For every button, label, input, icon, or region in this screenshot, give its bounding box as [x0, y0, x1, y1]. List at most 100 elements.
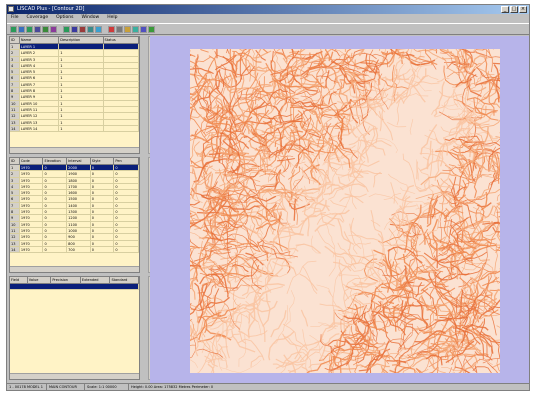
toolbar-button-10[interactable] — [87, 25, 94, 33]
table-cell: 0 — [43, 171, 68, 177]
table-cell: 1970 — [20, 165, 44, 171]
table-cell: 12 — [10, 234, 20, 240]
table-cell: 1970 — [20, 246, 44, 253]
table-cell: 1970 — [20, 234, 44, 240]
field-table[interactable]: Field Value Precision Extended Standard — [9, 276, 140, 380]
toolbar-button-1[interactable] — [10, 25, 17, 33]
column-header[interactable]: Name — [20, 37, 60, 43]
table-cell: 0 — [43, 221, 68, 227]
table-cell: 0 — [114, 183, 139, 190]
contour-table-header: ID Code Elevation Interval Style Pen — [10, 158, 139, 165]
table-cell: 1970 — [20, 196, 44, 202]
table-cell: 0 — [91, 171, 115, 177]
field-table-hscroll[interactable] — [10, 373, 139, 379]
table-cell: 8 — [10, 88, 20, 94]
table-cell: 8 — [10, 209, 20, 215]
table-cell — [104, 56, 139, 62]
table-cell: 1 — [59, 94, 104, 100]
toolbar-button-9[interactable] — [79, 25, 86, 33]
left-panels: ID Name Description Status 1 LAYER 1 2 LAYER 2… — [9, 36, 154, 380]
maximize-button[interactable]: □ — [510, 6, 518, 13]
minimize-button[interactable]: _ — [501, 6, 509, 13]
layer-table-hscroll[interactable] — [10, 147, 139, 153]
close-button[interactable]: × — [519, 6, 527, 13]
table-cell: 13 — [10, 240, 20, 246]
menu-file[interactable]: File — [11, 14, 19, 22]
table-cell: 0 — [114, 190, 139, 196]
table-cell: 1970 — [20, 171, 44, 177]
map-view[interactable] — [150, 36, 529, 385]
table-cell — [104, 69, 139, 75]
table-cell: 6 — [10, 75, 20, 81]
table-cell: 3 — [10, 177, 20, 183]
column-header[interactable]: ID — [10, 37, 20, 43]
toolbar-button-5[interactable] — [42, 25, 49, 33]
status-model: 1 - 00178 MODEL 1 — [7, 384, 47, 390]
status-scale: Scale: 1:1 00000 — [85, 384, 129, 390]
column-header[interactable]: ID — [10, 158, 20, 164]
table-cell — [104, 50, 139, 56]
title-bar: LISCAD Plus - [Contour 2D] _ □ × — [7, 5, 529, 14]
table-cell: 0 — [114, 177, 139, 183]
table-cell: 0 — [43, 177, 68, 183]
layer-table[interactable]: ID Name Description Status 1 LAYER 1 2 LAYER 2… — [9, 36, 140, 154]
field-table-header: Field Value Precision Extended Standard — [10, 277, 139, 284]
table-cell: 1 — [59, 125, 104, 132]
menu-options[interactable]: Options — [56, 14, 73, 22]
toolbar-button-12[interactable] — [108, 25, 115, 33]
table-cell: 12 — [10, 113, 20, 119]
toolbar-button-13[interactable] — [116, 25, 123, 33]
table-cell: 1970 — [20, 190, 44, 196]
table-cell: 0 — [91, 177, 115, 183]
column-header[interactable]: Value — [28, 277, 52, 283]
column-header[interactable]: Code — [20, 158, 44, 164]
table-cell: 0 — [91, 190, 115, 196]
column-header[interactable]: Elevation — [43, 158, 68, 164]
toolbar-button-17[interactable] — [148, 25, 155, 33]
column-header[interactable]: Extended — [81, 277, 111, 283]
column-header[interactable]: Field — [10, 277, 28, 283]
table-cell: 9 — [10, 215, 20, 221]
column-header[interactable]: Style — [91, 158, 115, 164]
table-cell — [104, 62, 139, 69]
table-cell: 0 — [91, 227, 115, 234]
toolbar-button-11[interactable] — [95, 25, 102, 33]
column-header[interactable]: Precision — [51, 277, 81, 283]
contour-map[interactable] — [190, 49, 500, 373]
toolbar-button-16[interactable] — [140, 25, 147, 33]
table-cell: 0 — [114, 240, 139, 246]
table-cell: 0 — [91, 221, 115, 227]
menu-window[interactable]: Window — [81, 14, 99, 22]
contour-table-hscroll[interactable] — [10, 266, 139, 272]
column-header[interactable]: Description — [59, 37, 104, 43]
column-header[interactable]: Interval — [67, 158, 91, 164]
toolbar-button-14[interactable] — [124, 25, 131, 33]
table-cell: 0 — [114, 234, 139, 240]
contour-table[interactable]: ID Code Elevation Interval Style Pen 1 1970 0 20… — [9, 157, 140, 273]
table-cell: 11 — [10, 106, 20, 113]
toolbar-button-4[interactable] — [34, 25, 41, 33]
table-cell: 0 — [43, 196, 68, 202]
menu-help[interactable]: Help — [107, 14, 117, 22]
table-cell: LAYER 7 — [20, 81, 60, 88]
toolbar-button-6[interactable] — [50, 25, 57, 33]
table-cell: 5 — [10, 69, 20, 75]
menu-coverage[interactable]: Coverage — [27, 14, 49, 22]
toolbar-button-8[interactable] — [71, 25, 78, 33]
table-cell: 1 — [59, 62, 104, 69]
column-header[interactable]: Standard — [110, 277, 139, 283]
field-table-selected-row[interactable] — [10, 284, 139, 291]
table-cell — [104, 75, 139, 81]
column-header[interactable]: Status — [104, 37, 139, 43]
table-row[interactable]: 14 1970 0 700 0 0 — [10, 246, 139, 254]
table-cell: 2000 — [67, 165, 91, 171]
layer-table-body: 1 LAYER 1 2 LAYER 2 1 3 LAYER 3 1 4 LAYER 4 1 5 LAYE… — [10, 44, 139, 133]
toolbar-button-3[interactable] — [26, 25, 33, 33]
column-header[interactable]: Pen — [114, 158, 139, 164]
table-cell: 7 — [10, 202, 20, 209]
toolbar-button-15[interactable] — [132, 25, 139, 33]
toolbar-button-2[interactable] — [18, 25, 25, 33]
table-cell: 1970 — [20, 209, 44, 215]
table-row[interactable]: 14 LAYER 14 1 — [10, 125, 139, 133]
toolbar-button-7[interactable] — [63, 25, 70, 33]
